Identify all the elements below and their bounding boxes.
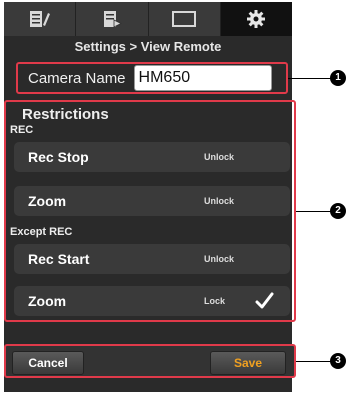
restrictions-title: Restrictions [22, 106, 109, 123]
item-state: Lock [204, 296, 226, 306]
camera-name-field[interactable] [133, 65, 272, 91]
tab-document-play[interactable] [76, 2, 149, 36]
callout-badge-3: 3 [330, 353, 346, 369]
callout-line-2 [296, 211, 332, 212]
restriction-item-rec-stop[interactable]: Rec Stop Unlock [14, 142, 290, 172]
display-icon [172, 11, 197, 27]
restriction-item-zoom-rec[interactable]: Zoom Unlock [14, 186, 290, 216]
item-name: Rec Stop [28, 149, 89, 165]
callout-line-1 [288, 78, 332, 79]
item-name: Rec Start [28, 251, 90, 267]
section-label-except-rec: Except REC [10, 226, 73, 238]
camera-name-row: Camera Name [16, 62, 288, 94]
callout-badge-1: 1 [330, 70, 346, 86]
item-name: Zoom [28, 193, 67, 209]
callout-badge-2: 2 [330, 203, 346, 219]
list-edit-icon [29, 11, 50, 27]
restrictions-panel: Restrictions REC Rec Stop Unlock Zoom Un… [4, 100, 296, 322]
camera-name-label: Camera Name [28, 69, 126, 87]
item-name: Zoom [28, 293, 67, 309]
item-state: Unlock [204, 254, 235, 264]
restriction-item-zoom-except-rec[interactable]: Zoom Lock [14, 286, 290, 316]
gear-icon [247, 10, 266, 28]
restriction-item-rec-start[interactable]: Rec Start Unlock [14, 244, 290, 274]
cancel-button[interactable]: Cancel [12, 351, 84, 375]
device-screen: Settings > View Remote Camera Name Restr… [4, 2, 296, 392]
document-play-icon [103, 11, 122, 28]
page-title: Settings > View Remote [74, 39, 222, 54]
save-button[interactable]: Save [210, 351, 286, 375]
callout-line-3 [296, 361, 332, 362]
checkmark-icon [255, 292, 274, 309]
item-state: Unlock [204, 196, 235, 206]
item-state: Unlock [204, 152, 235, 162]
tab-display[interactable] [148, 2, 221, 36]
section-label-rec: REC [10, 124, 34, 136]
tab-settings[interactable] [220, 2, 292, 36]
action-bar: Cancel Save [4, 344, 296, 378]
tab-list-edit[interactable] [4, 2, 77, 36]
tab-bar [4, 2, 292, 36]
